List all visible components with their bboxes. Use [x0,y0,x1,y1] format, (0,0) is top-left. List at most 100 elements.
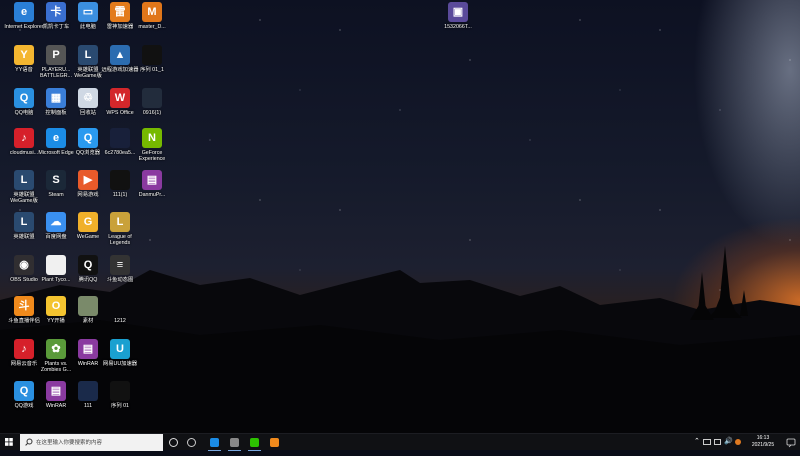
pubg-icon: P [46,45,66,65]
douyu-icon: 斗 [14,296,34,316]
remote-game-icon: ▲ [110,45,130,65]
taskbar-clock[interactable]: 16:13 2021/9/25 [748,435,778,449]
desktop-icon-label: League of Legends [108,234,132,247]
yy-live-icon: O [46,296,66,316]
recycle-bin-icon: ♲ [78,88,98,108]
computer-icon: ▭ [78,2,98,22]
file-icon [110,296,130,316]
qq-pc-icon: Q [14,88,34,108]
desktop-icon[interactable]: 0916(1) [132,88,172,130]
desktop-icon[interactable]: L League of Legends [100,212,140,254]
image-file-icon [142,88,162,108]
douyu-icon [270,438,279,447]
image-file-icon [110,128,130,148]
taskbar-app-cortana[interactable] [165,434,182,451]
desktop-icon-label: GeForce Experience [138,150,166,163]
system-tray: ⌃ 🔊 [694,434,744,451]
desktop-icon[interactable]: 序列 01_1 [132,45,172,87]
lol-icon: L [14,170,34,190]
desktop-icon[interactable]: ▣ 1532066T... [438,2,478,44]
netease-music-icon: ♪ [14,339,34,359]
running-indicator [248,450,261,451]
clock-date: 2021/9/25 [751,442,775,448]
accelerator-icon: 雷 [110,2,130,22]
netease-game-icon: ▶ [78,170,98,190]
tray-app-icon[interactable] [735,439,741,445]
qq-game-icon: Q [14,381,34,401]
notification-button[interactable] [784,434,798,451]
video-file-icon [142,45,162,65]
taskbar-app-task-view[interactable] [183,434,200,451]
folder-icon [78,296,98,316]
desktop-icon[interactable]: 1212 [100,296,140,338]
desktop-icon-label: master_D... [138,24,166,30]
desktop-icon-label: 斗鱼动态图 [106,277,134,283]
task-view-icon [187,438,196,447]
desktop-icon-label: 网易UU加速器 [102,361,138,367]
nvidia-icon: N [142,128,162,148]
lol-icon: L [110,212,130,232]
clock-time: 16:13 [756,435,770,441]
lol-icon: L [78,45,98,65]
taskbar-search-box[interactable]: 在这里输入你要搜索的内容 [20,434,163,451]
desktop-icon-label: 序列 01 [111,403,129,409]
desktop-icon[interactable]: Mmaster_D... [132,2,172,44]
video-file-icon [78,381,98,401]
desktop-icon[interactable]: 序列 01 [100,381,140,423]
pvz-icon: ✿ [46,339,66,359]
start-button[interactable] [0,434,18,451]
chevron-up-icon[interactable]: ⌃ [694,437,700,445]
desktop-icon-label: 1532066T... [444,24,472,30]
netease-music-icon: ♪ [14,128,34,148]
document-icon: ≡ [110,255,130,275]
yy-icon: Y [14,45,34,65]
desktop: e Internet Explorer 卡凯凯卡丁车 ▭ 此电脑雷雷神加速器 Mmaste… [0,0,800,433]
network-icon[interactable] [703,439,711,445]
desktop-icon-label: 序列 01_1 [140,67,164,73]
windows-logo-icon [5,438,13,446]
volume-icon[interactable]: 🔊 [724,437,733,445]
taskbar-app-obs[interactable] [226,434,243,451]
control-panel-icon: ▦ [46,88,66,108]
search-icon [25,438,33,446]
document-icon [46,255,66,275]
taskbar-app-wechat[interactable] [246,434,263,451]
desktop-icon[interactable]: ▤ DanmuPr... [132,170,172,212]
app-icon: M [142,2,162,22]
desktop-icon[interactable]: ≡ 斗鱼动态图 [100,255,140,297]
obs-icon [230,438,239,447]
edge-icon [210,438,219,447]
desktop-icon[interactable]: U 网易UU加速器 [100,339,140,381]
search-placeholder: 在这里输入你要搜索的内容 [36,440,103,446]
running-indicator [228,450,241,451]
image-file-icon: ▣ [448,2,468,22]
desktop-icon-label: DanmuPr... [138,192,166,198]
qq-icon: Q [78,255,98,275]
winrar-icon: ▤ [142,170,162,190]
wps-icon: W [110,88,130,108]
desktop-icon[interactable]: N GeForce Experience [132,128,172,170]
notification-icon [786,438,796,448]
battery-icon[interactable] [714,439,721,445]
taskbar: 在这里输入你要搜索的内容 ⌃ 🔊 16:13 2021/9/25 [0,433,800,451]
winrar-icon: ▤ [78,339,98,359]
video-file-icon [110,381,130,401]
taskbar-app-edge[interactable] [206,434,223,451]
qq-browser-icon: Q [78,128,98,148]
steam-icon: S [46,170,66,190]
edge-icon: e [46,128,66,148]
wegame-icon: G [78,212,98,232]
running-indicator [208,450,221,451]
baidu-netdisk-icon: ☁ [46,212,66,232]
desktop-icon-label: 1212 [114,318,126,324]
game-icon: 卡 [46,2,66,22]
desktop-icon-label: 0916(1) [142,110,162,116]
cortana-icon [169,438,178,447]
wechat-icon [250,438,259,447]
lol-icon: L [14,212,34,232]
obs-icon: ◉ [14,255,34,275]
taskbar-app-douyu[interactable] [266,434,283,451]
winrar-icon: ▤ [46,381,66,401]
uu-accelerator-icon: U [110,339,130,359]
ie-icon: e [14,2,34,22]
